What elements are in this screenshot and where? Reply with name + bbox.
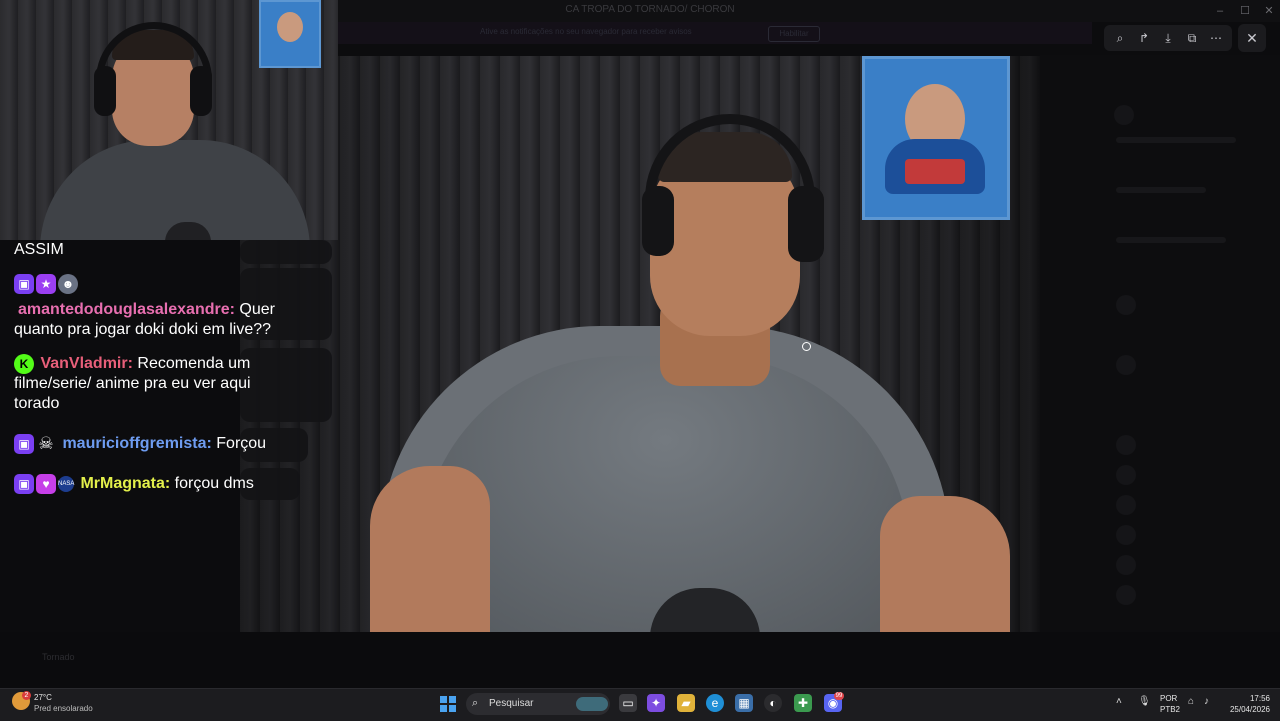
kick-badge-icon: K: [14, 354, 34, 374]
background-titlebar: [338, 0, 1280, 22]
copilot-icon[interactable]: ✦: [647, 694, 665, 712]
notification-banner: [338, 22, 1092, 44]
chat-username: amantedodouglasalexandre:: [18, 301, 235, 318]
sticker-badge-icon: ☻: [58, 274, 78, 294]
search-highlight-icon: [576, 697, 608, 711]
weather-badge: 2: [22, 691, 31, 700]
chat-username: VanVladmir:: [40, 355, 133, 373]
file-explorer-icon[interactable]: ▰: [677, 694, 695, 712]
search-placeholder: Pesquisar: [489, 698, 534, 709]
list-item: [1116, 237, 1226, 243]
language-indicator[interactable]: POR: [1160, 694, 1177, 703]
avatar: [1116, 355, 1136, 375]
avatar: [1116, 435, 1136, 455]
nasa-badge-icon: NASA: [58, 476, 74, 492]
left-arm: [370, 466, 490, 632]
chat-username: mauricioffgremista:: [62, 435, 212, 453]
download-icon[interactable]: ⤓: [1160, 30, 1176, 46]
avatar: [1114, 105, 1134, 125]
edge-browser-icon[interactable]: e: [706, 694, 724, 712]
chat-overlay: ASSIM ▣ ★ ☻ amantedodouglasalexandre: Quer…: [0, 240, 340, 500]
webcam-overlay: [0, 0, 338, 240]
taskbar: [0, 688, 1280, 721]
member-list-panel: [1040, 55, 1280, 655]
chat-message: ▣ ♥ NASA MrMagnata: forçou dms: [14, 474, 314, 494]
microphone-icon[interactable]: 🎙: [1138, 696, 1151, 707]
window-close-icon[interactable]: ✕: [1261, 3, 1277, 19]
maximize-icon[interactable]: ☐: [1237, 3, 1253, 19]
clock-date[interactable]: 25/04/2026: [1216, 705, 1270, 714]
search-icon: ⌕: [472, 697, 479, 709]
keyboard-layout[interactable]: PTB2: [1160, 705, 1180, 714]
skull-badge-icon: ☠: [38, 434, 54, 453]
chat-text: Forçou: [211, 435, 267, 453]
discord-badge: 99: [834, 692, 844, 700]
clock-time[interactable]: 17:56: [1226, 694, 1270, 703]
app-icon[interactable]: ◐: [764, 694, 782, 712]
network-icon[interactable]: ⌂: [1188, 696, 1194, 707]
more-icon[interactable]: ⋯: [1208, 30, 1224, 46]
close-icon[interactable]: ✕: [1238, 24, 1266, 52]
avatar: [1116, 495, 1136, 515]
chat-message: ▣ ★ ☻ amantedodouglasalexandre: Quer quant…: [14, 274, 314, 340]
avatar: [1116, 295, 1136, 315]
twitch-badge-icon: ▣: [14, 434, 34, 454]
avatar: [1116, 585, 1136, 605]
weather-description[interactable]: Pred ensolarado: [34, 704, 93, 713]
chat-message: ▣ ☠ mauricioffgremista: Forçou: [14, 434, 314, 454]
photos-icon[interactable]: ▦: [735, 694, 753, 712]
xbox-game-icon[interactable]: ✚: [794, 694, 812, 712]
forward-icon[interactable]: ↱: [1136, 30, 1152, 46]
twitch-badge-icon: ▣: [14, 474, 34, 494]
superman-poster: [862, 56, 1010, 220]
avatar: [1116, 525, 1136, 545]
chat-message: ASSIM: [14, 240, 64, 260]
volume-icon[interactable]: ♪: [1204, 696, 1209, 707]
task-view-icon[interactable]: ▭: [619, 694, 637, 712]
list-item: [1116, 137, 1236, 143]
mouse-cursor: [802, 342, 811, 351]
weather-temperature[interactable]: 27°C: [34, 693, 52, 702]
avatar: [1116, 555, 1136, 575]
start-button-icon[interactable]: [440, 696, 456, 712]
heart-badge-icon: ♥: [36, 474, 56, 494]
twitch-badge-icon: ▣: [14, 274, 34, 294]
notification-enable-button[interactable]: Habilitar: [768, 26, 820, 42]
chat-text: forçou dms: [170, 475, 254, 493]
background-bottom-bar: [0, 632, 1280, 688]
tray-chevron-icon[interactable]: ˄: [1116, 696, 1122, 707]
background-channel-label: Tornado: [42, 652, 75, 662]
open-external-icon[interactable]: ⧉: [1184, 30, 1200, 46]
chat-message: K VanVladmir: Recomenda um filme/serie/ …: [14, 354, 284, 414]
minimize-icon[interactable]: –: [1212, 3, 1228, 19]
chat-username: MrMagnata:: [80, 475, 171, 493]
avatar: [1116, 465, 1136, 485]
window-title: CA TROPA DO TORNADO/ CHORON: [565, 4, 735, 15]
star-badge-icon: ★: [36, 274, 56, 294]
right-arm: [880, 496, 1010, 632]
chat-text: ASSIM: [14, 241, 64, 258]
stream-video[interactable]: [240, 56, 1040, 632]
list-item: [1116, 187, 1206, 193]
superman-poster: [259, 0, 321, 68]
zoom-in-icon[interactable]: ⌕: [1112, 30, 1128, 46]
notification-banner-text: Ative as notificações no seu navegador p…: [480, 27, 692, 36]
